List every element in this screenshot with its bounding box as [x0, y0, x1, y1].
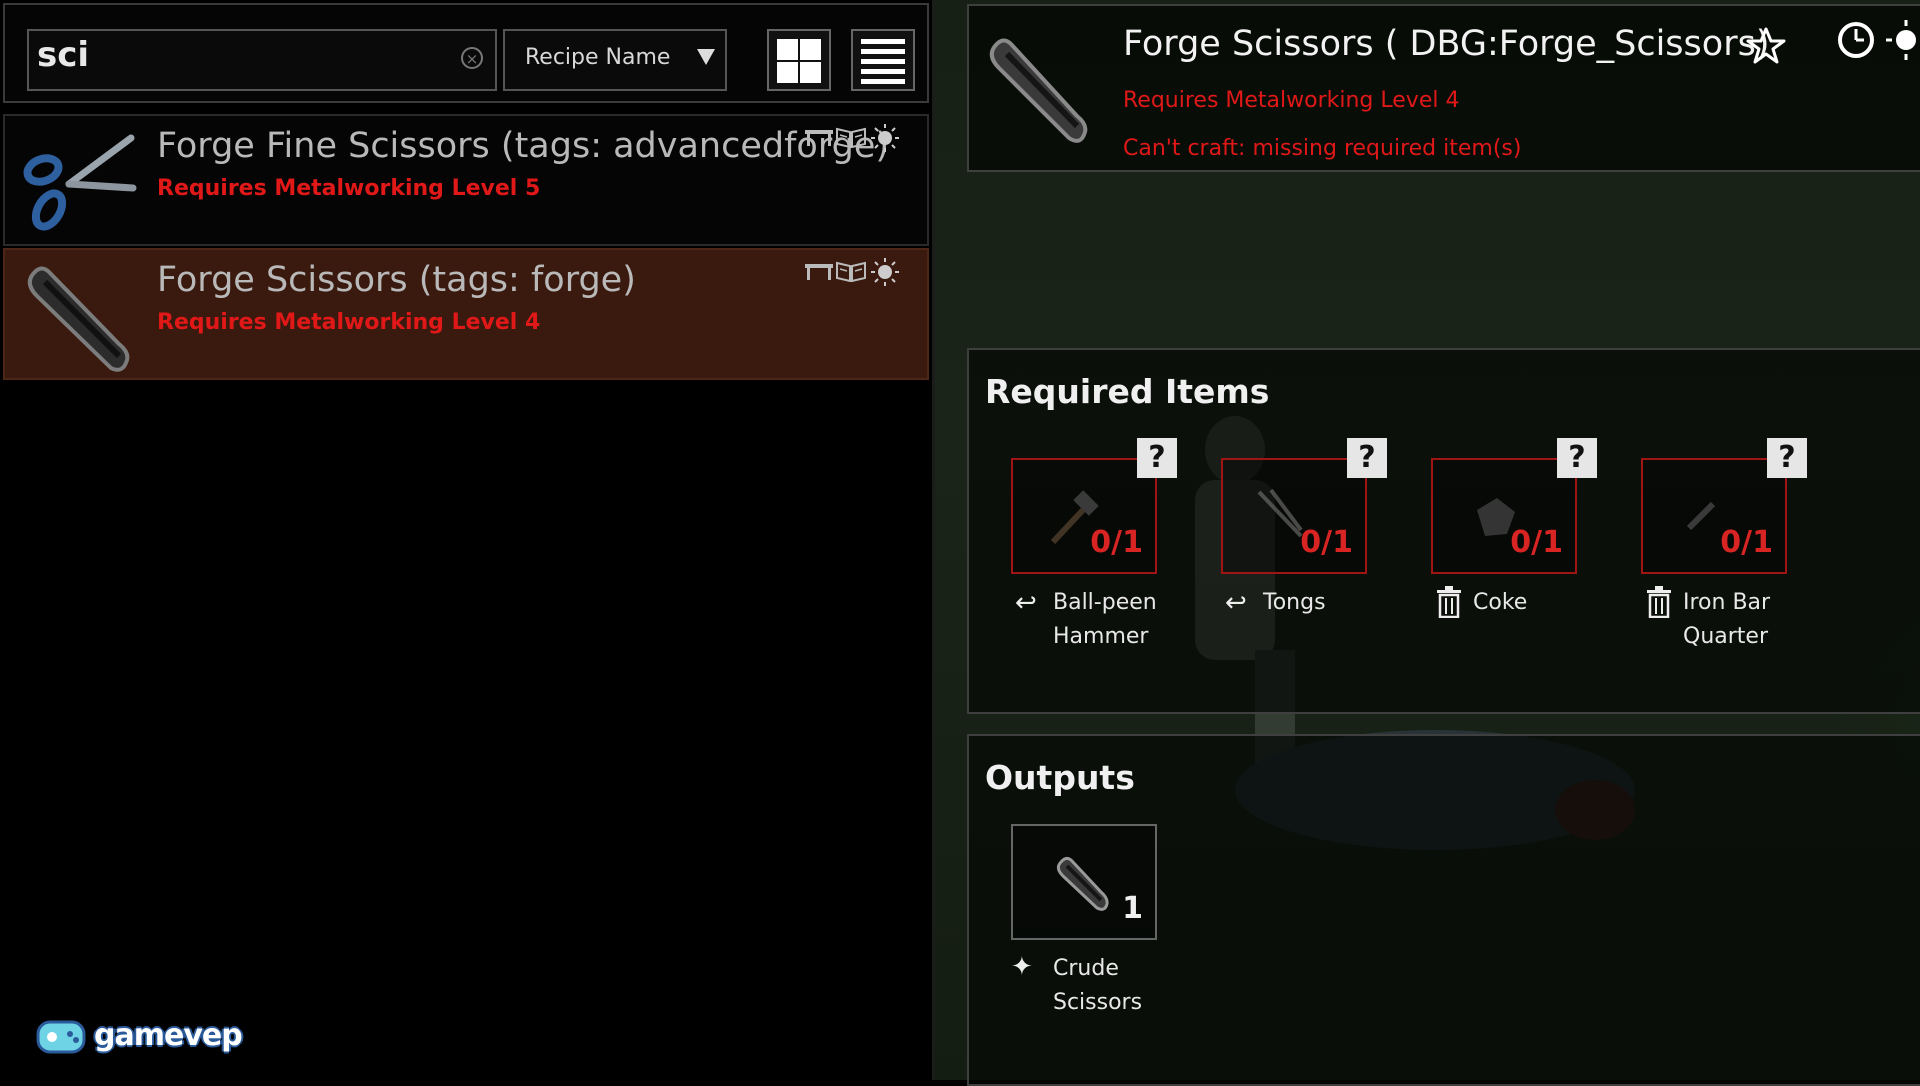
sun-icon: [871, 258, 899, 286]
trash-icon: [1437, 586, 1461, 618]
item-count: 0/1: [1300, 525, 1353, 560]
required-item-slot[interactable]: 0/1: [1431, 458, 1577, 574]
section-title: Required Items: [985, 372, 1270, 411]
sun-icon: [871, 124, 899, 152]
craft-error-message: Can't craft: missing required item(s): [1123, 136, 1522, 161]
required-item-slot[interactable]: 0/1: [1011, 458, 1157, 574]
search-toolbar: sci × Recipe Name: [3, 3, 929, 103]
crude-scissors-icon: [989, 38, 1088, 143]
question-badge: ?: [1767, 438, 1807, 478]
recipe-detail-header: Forge Scissors ( DBG:Forge_Scissors) Req…: [967, 4, 1920, 172]
output-item-slot[interactable]: 1: [1011, 824, 1157, 940]
crude-scissors-icon: [27, 266, 130, 372]
recipe-status-icons: [805, 124, 905, 154]
book-icon: [836, 261, 866, 282]
recipe-name: Forge Fine Scissors (tags: advancedforge…: [157, 126, 890, 166]
item-count: 0/1: [1090, 525, 1143, 560]
question-badge: ?: [1347, 438, 1387, 478]
grid-view-button[interactable]: [767, 29, 831, 91]
sparkle-icon: ✦: [1011, 952, 1033, 982]
recipe-name: Forge Scissors (tags: forge): [157, 260, 636, 300]
return-icon: ↩: [1015, 588, 1037, 618]
item-label: Quarter: [1683, 624, 1768, 649]
recipe-title: Forge Scissors ( DBG:Forge_Scissors): [1123, 24, 1770, 64]
item-label: Scissors: [1053, 990, 1143, 1015]
search-input[interactable]: sci ×: [27, 29, 497, 91]
crude-scissors-icon: [1056, 856, 1109, 911]
item-label: Iron Bar: [1683, 590, 1771, 615]
recipe-requirement: Requires Metalworking Level 5: [157, 176, 541, 201]
book-icon: [836, 127, 866, 148]
item-count: 1: [1122, 891, 1143, 926]
trash-icon: [1647, 586, 1671, 618]
recipe-requirement: Requires Metalworking Level 4: [157, 310, 541, 335]
sort-dropdown[interactable]: Recipe Name: [503, 29, 727, 91]
item-label: Tongs: [1263, 590, 1326, 615]
section-title: Outputs: [985, 758, 1135, 797]
recipe-list-item[interactable]: Forge Fine Scissors (tags: advancedforge…: [3, 114, 929, 246]
item-label: Crude: [1053, 956, 1119, 981]
recipe-requirement: Requires Metalworking Level 4: [1123, 88, 1460, 113]
recipe-list-item-selected[interactable]: Forge Scissors (tags: forge) Requires Me…: [3, 248, 929, 380]
required-items-section: Required Items 0/1 ? ↩ Ball-peen Hammer …: [967, 348, 1920, 714]
required-item-slot[interactable]: 0/1: [1641, 458, 1787, 574]
item-count: 0/1: [1510, 525, 1563, 560]
item-count: 0/1: [1720, 525, 1773, 560]
close-icon[interactable]: ×: [461, 47, 483, 69]
workbench-icon: [805, 130, 833, 146]
required-item-slot[interactable]: 0/1: [1221, 458, 1367, 574]
watermark-text: gamevep: [94, 1018, 243, 1053]
chevron-down-icon: [697, 49, 715, 65]
clock-icon: [1838, 22, 1874, 58]
item-label: Coke: [1473, 590, 1528, 615]
search-input-value: sci: [37, 35, 90, 75]
item-label: Hammer: [1053, 624, 1149, 649]
sun-icon: [1886, 20, 1916, 60]
iron-bar-icon: [1686, 501, 1716, 531]
return-icon: ↩: [1225, 588, 1247, 618]
gamepad-logo-icon: [36, 1020, 86, 1054]
list-view-button[interactable]: [851, 29, 915, 91]
scissors-icon: [23, 134, 137, 231]
recipe-list-panel: sci × Recipe Name Forge Fine Scissors (t…: [0, 0, 935, 1080]
sort-dropdown-label: Recipe Name: [525, 45, 671, 70]
star-icon[interactable]: [1746, 26, 1786, 66]
workbench-icon: [805, 264, 833, 280]
recipe-status-icons: [805, 258, 905, 288]
question-badge: ?: [1557, 438, 1597, 478]
item-label: Ball-peen: [1053, 590, 1157, 615]
outputs-section: Outputs 1 ✦ Crude Scissors: [967, 734, 1920, 1086]
question-badge: ?: [1137, 438, 1177, 478]
